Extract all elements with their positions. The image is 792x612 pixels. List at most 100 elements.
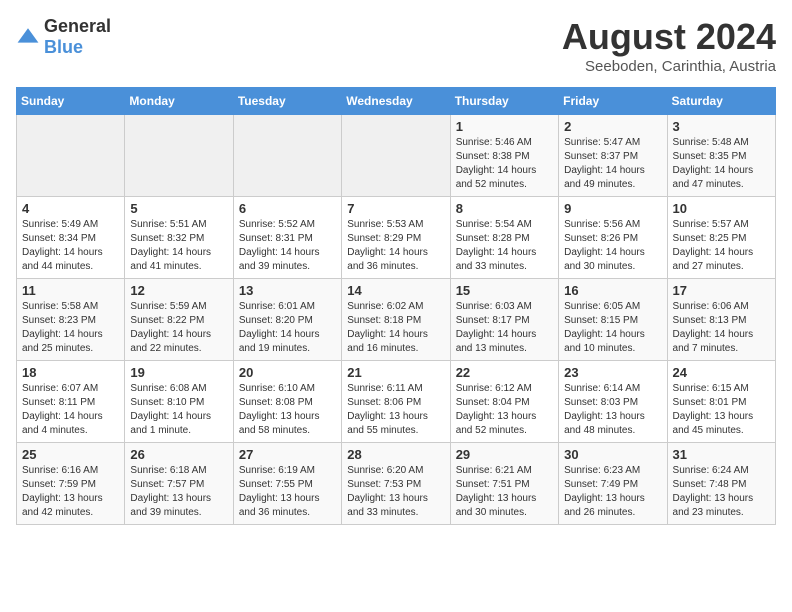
week-row-1: 1Sunrise: 5:46 AM Sunset: 8:38 PM Daylig… — [17, 115, 776, 197]
day-info: Sunrise: 5:54 AM Sunset: 8:28 PM Dayligh… — [456, 218, 553, 274]
day-info: Sunrise: 5:47 AM Sunset: 8:37 PM Dayligh… — [564, 136, 661, 192]
day-cell: 23Sunrise: 6:14 AM Sunset: 8:03 PM Dayli… — [559, 361, 667, 443]
day-cell: 10 Sunrise: 5:57 AM Sunset: 8:25 PM Dayli… — [667, 197, 775, 279]
day-cell — [17, 115, 125, 197]
day-number: 2 — [564, 119, 661, 134]
day-cell: 25 Sunrise: 6:16 AM Sunset: 7:59 PM Dayli… — [17, 443, 125, 525]
day-number: 5 — [130, 201, 227, 216]
day-info: Sunrise: 5:52 AM Sunset: 8:31 PM Dayligh… — [239, 218, 336, 274]
day-cell: 28Sunrise: 6:20 AM Sunset: 7:53 PM Dayli… — [342, 443, 450, 525]
day-number: 29 — [456, 447, 553, 462]
page-header: General Blue August 2024 Seeboden, Carin… — [16, 16, 776, 75]
day-cell: 9Sunrise: 5:56 AM Sunset: 8:26 PM Daylig… — [559, 197, 667, 279]
day-info: Sunrise: 6:19 AM Sunset: 7:55 PM Dayligh… — [239, 464, 336, 520]
day-number: 13 — [239, 283, 336, 298]
day-cell — [233, 115, 341, 197]
title-block: August 2024 Seeboden, Carinthia, Austria — [562, 16, 776, 75]
day-cell: 27 Sunrise: 6:19 AM Sunset: 7:55 PM Dayli… — [233, 443, 341, 525]
day-number: 15 — [456, 283, 553, 298]
calendar-table: Sunday Monday Tuesday Wednesday Thursday… — [16, 87, 776, 525]
day-info: Sunrise: 6:05 AM Sunset: 8:15 PM Dayligh… — [564, 300, 661, 356]
location: Seeboden, Carinthia, Austria — [562, 58, 776, 75]
day-info: Sunrise: 6:24 AM Sunset: 7:48 PM Dayligh… — [673, 464, 770, 520]
day-cell: 2 Sunrise: 5:47 AM Sunset: 8:37 PM Daylig… — [559, 115, 667, 197]
day-cell: 17Sunrise: 6:06 AM Sunset: 8:13 PM Dayli… — [667, 279, 775, 361]
day-info: Sunrise: 5:56 AM Sunset: 8:26 PM Dayligh… — [564, 218, 661, 274]
day-number: 12 — [130, 283, 227, 298]
day-number: 14 — [347, 283, 444, 298]
day-info: Sunrise: 5:57 AM Sunset: 8:25 PM Dayligh… — [673, 218, 770, 274]
day-info: Sunrise: 6:18 AM Sunset: 7:57 PM Dayligh… — [130, 464, 227, 520]
day-number: 27 — [239, 447, 336, 462]
col-sunday: Sunday — [17, 88, 125, 115]
logo-blue: Blue — [44, 37, 83, 57]
day-info: Sunrise: 6:15 AM Sunset: 8:01 PM Dayligh… — [673, 382, 770, 438]
week-row-5: 25 Sunrise: 6:16 AM Sunset: 7:59 PM Dayli… — [17, 443, 776, 525]
day-number: 31 — [673, 447, 770, 462]
day-info: Sunrise: 6:02 AM Sunset: 8:18 PM Dayligh… — [347, 300, 444, 356]
day-cell: 24 Sunrise: 6:15 AM Sunset: 8:01 PM Dayli… — [667, 361, 775, 443]
day-cell: 12 Sunrise: 5:59 AM Sunset: 8:22 PM Dayli… — [125, 279, 233, 361]
day-cell — [342, 115, 450, 197]
day-cell: 7 Sunrise: 5:53 AM Sunset: 8:29 PM Daylig… — [342, 197, 450, 279]
col-saturday: Saturday — [667, 88, 775, 115]
col-monday: Monday — [125, 88, 233, 115]
day-cell: 30Sunrise: 6:23 AM Sunset: 7:49 PM Dayli… — [559, 443, 667, 525]
logo-general: General — [44, 16, 111, 36]
day-number: 26 — [130, 447, 227, 462]
day-info: Sunrise: 6:10 AM Sunset: 8:08 PM Dayligh… — [239, 382, 336, 438]
day-cell: 4Sunrise: 5:49 AM Sunset: 8:34 PM Daylig… — [17, 197, 125, 279]
col-friday: Friday — [559, 88, 667, 115]
day-cell: 13 Sunrise: 6:01 AM Sunset: 8:20 PM Dayli… — [233, 279, 341, 361]
calendar-body: 1Sunrise: 5:46 AM Sunset: 8:38 PM Daylig… — [17, 115, 776, 525]
day-info: Sunrise: 6:03 AM Sunset: 8:17 PM Dayligh… — [456, 300, 553, 356]
day-number: 6 — [239, 201, 336, 216]
day-number: 20 — [239, 365, 336, 380]
day-info: Sunrise: 6:11 AM Sunset: 8:06 PM Dayligh… — [347, 382, 444, 438]
logo: General Blue — [16, 16, 111, 58]
day-number: 24 — [673, 365, 770, 380]
day-info: Sunrise: 5:51 AM Sunset: 8:32 PM Dayligh… — [130, 218, 227, 274]
day-info: Sunrise: 6:23 AM Sunset: 7:49 PM Dayligh… — [564, 464, 661, 520]
day-cell: 18 Sunrise: 6:07 AM Sunset: 8:11 PM Dayli… — [17, 361, 125, 443]
day-info: Sunrise: 5:48 AM Sunset: 8:35 PM Dayligh… — [673, 136, 770, 192]
day-number: 25 — [22, 447, 119, 462]
day-info: Sunrise: 5:58 AM Sunset: 8:23 PM Dayligh… — [22, 300, 119, 356]
day-info: Sunrise: 6:07 AM Sunset: 8:11 PM Dayligh… — [22, 382, 119, 438]
day-info: Sunrise: 5:53 AM Sunset: 8:29 PM Dayligh… — [347, 218, 444, 274]
day-cell: 22Sunrise: 6:12 AM Sunset: 8:04 PM Dayli… — [450, 361, 558, 443]
col-thursday: Thursday — [450, 88, 558, 115]
day-cell: 1Sunrise: 5:46 AM Sunset: 8:38 PM Daylig… — [450, 115, 558, 197]
day-number: 23 — [564, 365, 661, 380]
day-cell: 19 Sunrise: 6:08 AM Sunset: 8:10 PM Dayli… — [125, 361, 233, 443]
day-info: Sunrise: 6:12 AM Sunset: 8:04 PM Dayligh… — [456, 382, 553, 438]
days-of-week-row: Sunday Monday Tuesday Wednesday Thursday… — [17, 88, 776, 115]
day-cell: 14 Sunrise: 6:02 AM Sunset: 8:18 PM Dayli… — [342, 279, 450, 361]
day-info: Sunrise: 5:46 AM Sunset: 8:38 PM Dayligh… — [456, 136, 553, 192]
day-number: 7 — [347, 201, 444, 216]
day-info: Sunrise: 6:01 AM Sunset: 8:20 PM Dayligh… — [239, 300, 336, 356]
day-info: Sunrise: 6:16 AM Sunset: 7:59 PM Dayligh… — [22, 464, 119, 520]
day-cell: 8 Sunrise: 5:54 AM Sunset: 8:28 PM Daylig… — [450, 197, 558, 279]
col-tuesday: Tuesday — [233, 88, 341, 115]
day-number: 21 — [347, 365, 444, 380]
day-number: 18 — [22, 365, 119, 380]
day-info: Sunrise: 6:21 AM Sunset: 7:51 PM Dayligh… — [456, 464, 553, 520]
month-year: August 2024 — [562, 16, 776, 58]
day-number: 10 — [673, 201, 770, 216]
day-cell: 16Sunrise: 6:05 AM Sunset: 8:15 PM Dayli… — [559, 279, 667, 361]
day-info: Sunrise: 5:59 AM Sunset: 8:22 PM Dayligh… — [130, 300, 227, 356]
day-cell: 6 Sunrise: 5:52 AM Sunset: 8:31 PM Daylig… — [233, 197, 341, 279]
day-number: 8 — [456, 201, 553, 216]
day-number: 19 — [130, 365, 227, 380]
day-cell: 15 Sunrise: 6:03 AM Sunset: 8:17 PM Dayli… — [450, 279, 558, 361]
day-cell — [125, 115, 233, 197]
day-info: Sunrise: 6:08 AM Sunset: 8:10 PM Dayligh… — [130, 382, 227, 438]
day-number: 4 — [22, 201, 119, 216]
week-row-2: 4Sunrise: 5:49 AM Sunset: 8:34 PM Daylig… — [17, 197, 776, 279]
day-cell: 31 Sunrise: 6:24 AM Sunset: 7:48 PM Dayli… — [667, 443, 775, 525]
day-number: 11 — [22, 283, 119, 298]
week-row-4: 18 Sunrise: 6:07 AM Sunset: 8:11 PM Dayli… — [17, 361, 776, 443]
day-info: Sunrise: 6:06 AM Sunset: 8:13 PM Dayligh… — [673, 300, 770, 356]
col-wednesday: Wednesday — [342, 88, 450, 115]
